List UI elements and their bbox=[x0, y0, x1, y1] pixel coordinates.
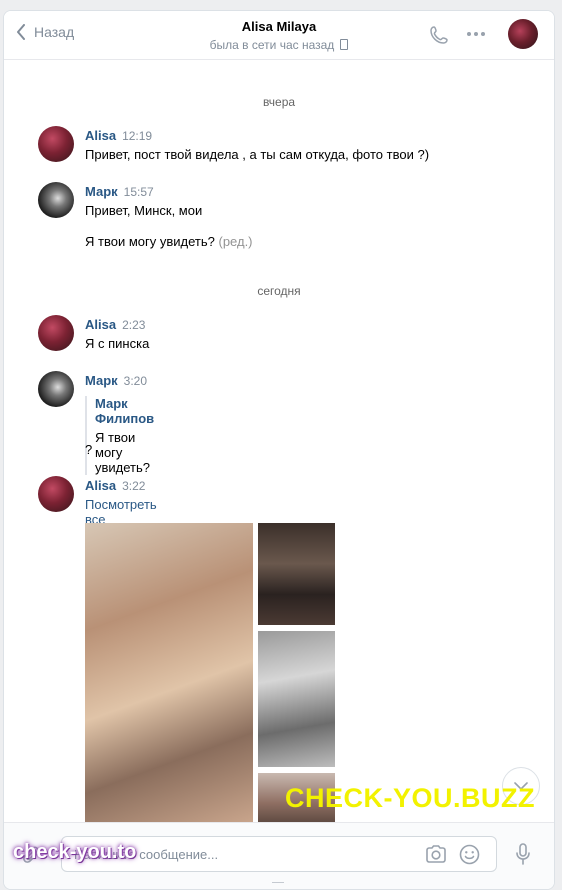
message-time[interactable]: 3:20 bbox=[124, 374, 147, 388]
message-text: ? bbox=[85, 442, 93, 457]
message-text: Привет, Минск, мои bbox=[85, 203, 203, 218]
microphone-icon[interactable] bbox=[515, 843, 531, 865]
watermark-top: CHECK-YOU.BUZZ bbox=[285, 783, 535, 813]
more-icon[interactable] bbox=[466, 31, 486, 37]
avatar[interactable] bbox=[38, 371, 74, 407]
message-text: Я с пинска bbox=[85, 336, 150, 351]
avatar[interactable] bbox=[38, 126, 74, 162]
status-text: была в сети час назад bbox=[209, 38, 335, 52]
message-text: Привет, пост твой видела , а ты сам отку… bbox=[85, 147, 430, 162]
message-time[interactable]: 2:23 bbox=[122, 318, 145, 332]
day-separator-today: сегодня bbox=[257, 284, 301, 298]
photo-attachment[interactable] bbox=[258, 631, 335, 767]
phone-icon[interactable] bbox=[429, 25, 449, 45]
message-author[interactable]: Alisa 2:23 bbox=[85, 317, 145, 332]
forwarded-quote[interactable]: Марк Филипов Я твои могу увидеть? bbox=[85, 396, 154, 475]
quote-author[interactable]: Марк Филипов bbox=[95, 396, 154, 426]
header-avatar[interactable] bbox=[508, 19, 538, 49]
chat-header: Назад Alisa Milaya была в сети час назад bbox=[4, 11, 554, 60]
avatar[interactable] bbox=[38, 182, 74, 218]
watermark-bottom: check-you.to bbox=[13, 841, 137, 863]
mobile-icon bbox=[340, 39, 349, 50]
day-separator-yesterday: вчера bbox=[262, 95, 296, 109]
message-time[interactable]: 3:22 bbox=[122, 479, 145, 493]
message-author[interactable]: Alisa 3:22 bbox=[85, 478, 145, 493]
edited-label: (ред.) bbox=[218, 234, 253, 249]
photo-attachment[interactable] bbox=[85, 523, 253, 823]
resize-handle[interactable] bbox=[272, 882, 284, 889]
quote-text: Я твои могу увидеть? bbox=[95, 430, 151, 475]
message-text: Я твои могу увидеть? (ред.) bbox=[85, 234, 253, 249]
message-author[interactable]: Марк 15:57 bbox=[85, 184, 154, 199]
avatar[interactable] bbox=[38, 315, 74, 351]
message-time[interactable]: 12:19 bbox=[122, 129, 152, 143]
chat-status: была в сети час назад bbox=[4, 38, 554, 52]
photo-attachment[interactable] bbox=[258, 523, 335, 625]
emoji-icon[interactable] bbox=[459, 844, 480, 865]
message-author[interactable]: Alisa 12:19 bbox=[85, 128, 152, 143]
camera-icon[interactable] bbox=[425, 845, 447, 863]
message-time[interactable]: 15:57 bbox=[124, 185, 154, 199]
avatar[interactable] bbox=[38, 476, 74, 512]
message-author[interactable]: Марк 3:20 bbox=[85, 373, 147, 388]
chat-panel: Назад Alisa Milaya была в сети час назад… bbox=[3, 10, 555, 890]
